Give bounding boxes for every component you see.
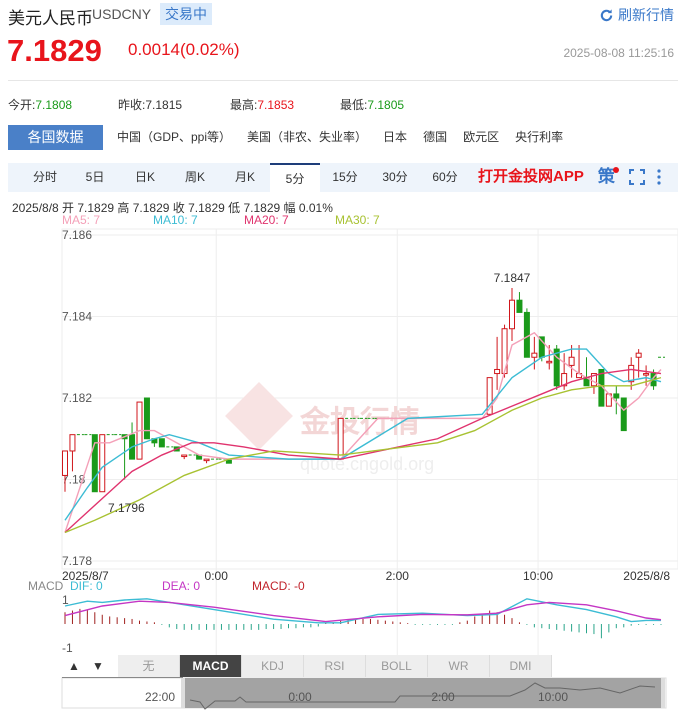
candle-up [643, 373, 650, 376]
indicator-none[interactable]: 无 [118, 655, 180, 677]
indicator-boll[interactable]: BOLL [366, 655, 428, 677]
x-tick-label: 10:00 [523, 569, 553, 583]
candle-down [523, 311, 530, 358]
y-tick-label: 7.178 [62, 554, 92, 568]
indicator-dmi[interactable]: DMI [490, 655, 552, 677]
indicator-wr[interactable]: WR [428, 655, 490, 677]
x-tick-label: 0:00 [205, 569, 229, 583]
y-tick-label: 7.186 [62, 228, 92, 242]
navigator-selection [183, 678, 663, 708]
x-tick-label: 2:00 [386, 569, 410, 583]
y-tick-label: 7.182 [62, 391, 92, 405]
max-price-label: 7.1847 [494, 271, 531, 285]
navigator-tick: 10:00 [538, 690, 568, 704]
indicator-macd[interactable]: MACD [180, 655, 242, 677]
dea-line [64, 600, 662, 623]
candle-up [509, 299, 515, 330]
macd-title: MACD [28, 579, 64, 593]
candle-up [203, 458, 210, 462]
ma20-line [64, 368, 662, 533]
y-tick-label: 7.184 [62, 310, 92, 324]
x-tick-label: 2025/8/8 [623, 569, 670, 583]
candle-up [494, 368, 501, 375]
scroll-down-button[interactable]: ▼ [86, 655, 110, 677]
candle-up [568, 356, 575, 366]
macd-y-tick: -1 [62, 641, 73, 655]
macd-value-label: MACD: -0 [252, 579, 305, 593]
candle-up [62, 450, 68, 476]
dea-label: DEA: 0 [162, 579, 201, 593]
candle-down [516, 299, 523, 313]
navigator-tick: 22:00 [145, 690, 175, 704]
candle-up [531, 352, 538, 358]
candle-up [628, 364, 635, 383]
candle-down [620, 397, 627, 432]
candle-up [69, 434, 76, 452]
candle-up [181, 454, 188, 458]
indicator-kdj[interactable]: KDJ [242, 655, 304, 677]
indicator-rsi[interactable]: RSI [304, 655, 366, 677]
watermark-logo [225, 382, 293, 450]
candle-down [613, 393, 620, 399]
navigator-handle-right [661, 678, 665, 708]
candle-down [158, 438, 165, 448]
min-price-label: 7.1796 [108, 501, 145, 515]
candle-up [337, 417, 344, 460]
navigator-handle-left [181, 678, 185, 708]
candle-down [143, 397, 150, 440]
kline-chart[interactable]: 7.1867.1847.1827.187.1782025/8/7 0:00 2:00… [0, 0, 678, 711]
scroll-up-button[interactable]: ▲ [62, 655, 86, 677]
navigator-tick: 0:00 [288, 690, 312, 704]
candle-up [546, 360, 553, 364]
dif-label: DIF: 0 [70, 579, 103, 593]
navigator-tick: 2:00 [431, 690, 455, 704]
chart-frame [61, 228, 678, 570]
indicator-tabs: ▲ ▼ 无 MACD KDJ RSI BOLL WR DMI [62, 655, 552, 677]
candle-up [635, 352, 642, 358]
